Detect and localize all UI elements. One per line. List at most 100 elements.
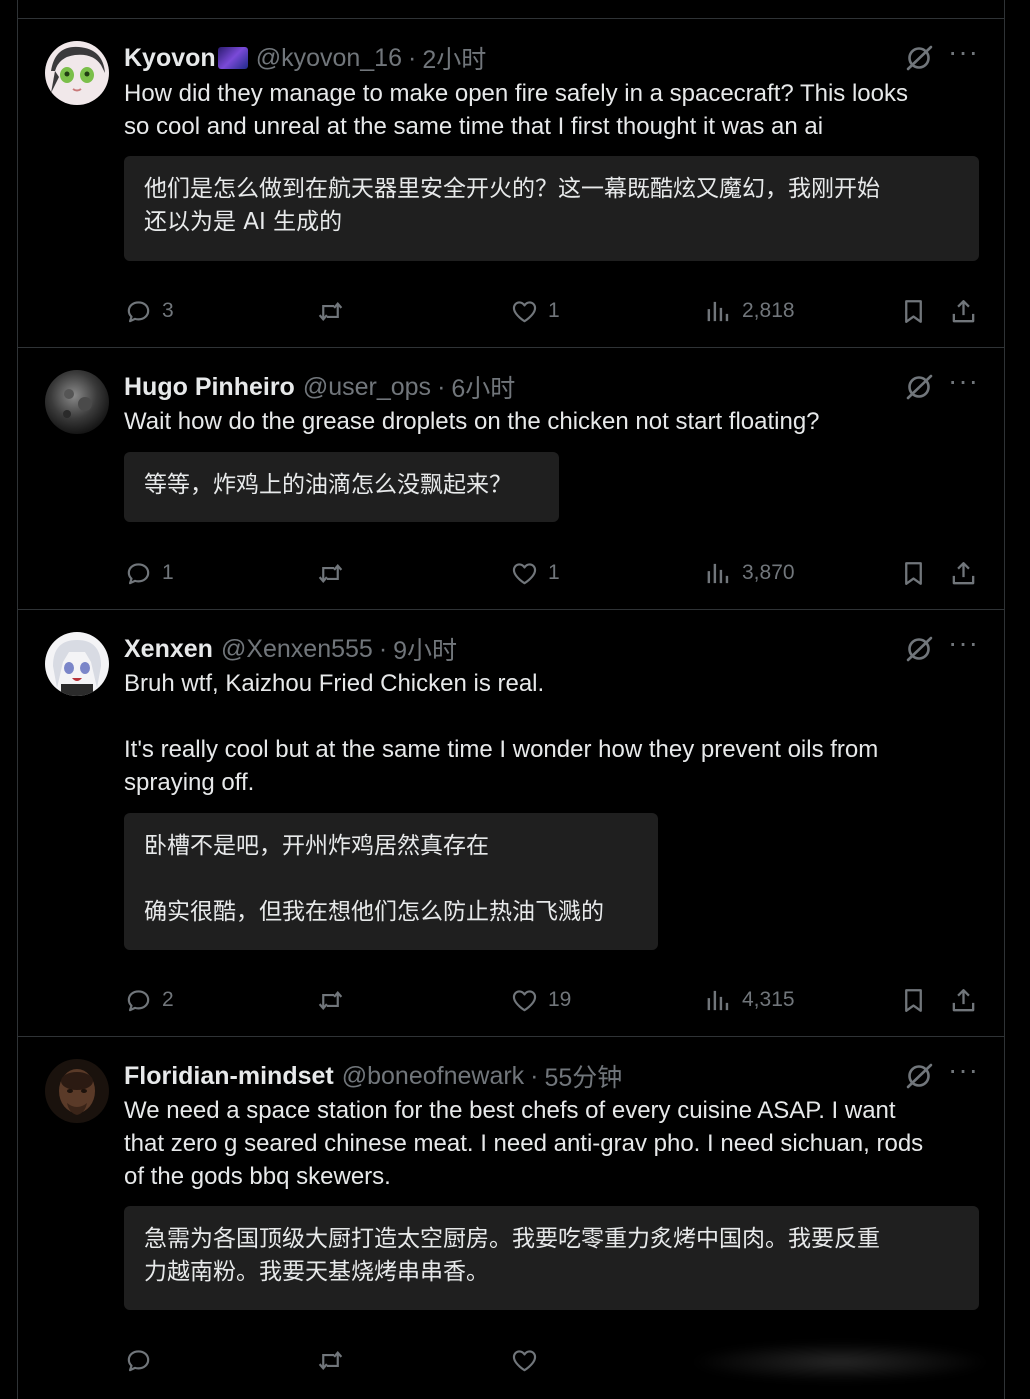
tweet-actions: 1 1 3,870 — [124, 556, 975, 590]
like-button[interactable]: 1 — [510, 294, 560, 328]
grok-icon[interactable] — [904, 634, 934, 664]
user-handle[interactable]: @boneofnewark — [342, 1062, 524, 1091]
tweet-header: Kyovon @kyovon_16 · 2小时 — [124, 41, 914, 75]
share-icon — [952, 561, 975, 584]
heart-icon — [512, 562, 537, 584]
avatar[interactable] — [45, 370, 109, 434]
like-count: 19 — [548, 988, 572, 1011]
heart-icon — [512, 300, 537, 322]
separator-dot: · — [408, 43, 417, 72]
user-handle[interactable]: @Xenxen555 — [221, 635, 373, 664]
more-options-icon[interactable]: ··· — [948, 367, 978, 400]
like-button[interactable] — [510, 1343, 539, 1377]
retweet-button[interactable] — [316, 1343, 345, 1377]
timestamp[interactable]: 2小时 — [422, 40, 486, 76]
tweet-text: We need a space station for the best che… — [124, 1097, 924, 1190]
tweet-text: How did they manage to make open fire sa… — [124, 80, 908, 140]
bookmark-button[interactable] — [899, 556, 928, 590]
reply-icon — [127, 300, 150, 322]
share-icon — [952, 988, 975, 1011]
more-options-icon[interactable]: ··· — [948, 38, 978, 71]
translation-box: 等等，炸鸡上的油滴怎么没飘起来？ — [124, 452, 559, 522]
bookmark-button[interactable] — [899, 294, 928, 328]
like-button[interactable]: 1 — [510, 556, 560, 590]
separator-dot: · — [378, 634, 388, 663]
retweet-icon — [318, 301, 343, 321]
like-button[interactable]: 19 — [510, 983, 571, 1017]
avatar[interactable] — [45, 1059, 109, 1123]
avatar[interactable] — [45, 632, 109, 696]
separator-dot: · — [437, 372, 446, 401]
grok-icon[interactable] — [904, 372, 934, 402]
views-button[interactable]: 4,315 — [704, 983, 795, 1017]
reply-count: 2 — [162, 988, 174, 1011]
like-count: 1 — [548, 299, 560, 322]
grok-icon[interactable] — [904, 43, 934, 73]
retweet-button[interactable] — [316, 294, 345, 328]
reply-button[interactable]: 1 — [124, 556, 174, 590]
tweet-header: Floridian-mindset @boneofnewark · 55分钟 — [124, 1059, 914, 1093]
reply-tweet[interactable]: Xenxen @Xenxen555 · 9小时 ··· Bruh wtf, Ka… — [18, 610, 1004, 1037]
views-button[interactable]: 3,870 — [704, 556, 795, 590]
translation-box: 他们是怎么做到在航天器里安全开火的？这一幕既酷炫又魔幻，我刚开始 还以为是 AI… — [124, 156, 979, 261]
reply-tweet[interactable]: Hugo Pinheiro @user_ops · 6小时 ··· Wait h… — [18, 348, 1004, 610]
views-button[interactable]: 2,818 — [704, 294, 795, 328]
timestamp[interactable]: 6小时 — [451, 369, 515, 405]
tweet-actions: 2 19 4,315 — [124, 983, 975, 1017]
analytics-icon — [707, 563, 729, 583]
galaxy-emoji-icon — [217, 47, 248, 69]
tweet-header: Hugo Pinheiro @user_ops · 6小时 — [124, 370, 914, 404]
timeline-column: Kyovon @kyovon_16 · 2小时 ··· How did they… — [17, 0, 1005, 1399]
retweet-icon — [318, 1350, 343, 1370]
analytics-icon — [707, 301, 729, 321]
reply-tweet[interactable]: Kyovon @kyovon_16 · 2小时 ··· How did they… — [18, 19, 1004, 348]
reply-icon — [127, 1349, 150, 1371]
tweet-actions: 3 1 2,818 — [124, 294, 975, 328]
user-handle[interactable]: @user_ops — [303, 373, 431, 402]
avatar[interactable] — [45, 41, 109, 105]
bookmark-button[interactable] — [899, 983, 928, 1017]
bookmark-icon — [905, 299, 922, 323]
tweet-header: Xenxen @Xenxen555 · 9小时 — [124, 632, 914, 666]
retweet-icon — [318, 563, 343, 583]
timestamp[interactable]: 9小时 — [393, 631, 457, 667]
tweet-text: Bruh wtf, Kaizhou Fried Chicken is real.… — [124, 670, 879, 796]
separator-dot: · — [530, 1061, 539, 1090]
grok-icon[interactable] — [904, 1061, 934, 1091]
reply-icon — [127, 562, 150, 584]
display-name[interactable]: Hugo Pinheiro — [124, 373, 295, 402]
reply-icon — [127, 989, 150, 1011]
tweet-text: Wait how do the grease droplets on the c… — [124, 408, 820, 435]
user-handle[interactable]: @kyovon_16 — [256, 44, 402, 73]
retweet-button[interactable] — [316, 556, 345, 590]
view-count: 4,315 — [742, 988, 795, 1011]
share-icon — [952, 299, 975, 322]
reply-count: 1 — [162, 561, 174, 584]
display-name[interactable]: Xenxen — [124, 635, 213, 664]
bookmark-icon — [905, 988, 922, 1012]
timestamp[interactable]: 55分钟 — [545, 1058, 623, 1094]
reply-button[interactable]: 2 — [124, 983, 174, 1017]
retweet-button[interactable] — [316, 983, 345, 1017]
heart-icon — [512, 989, 537, 1011]
share-button[interactable] — [949, 983, 978, 1017]
share-button[interactable] — [949, 294, 978, 328]
retweet-icon — [318, 990, 343, 1010]
like-count: 1 — [548, 561, 560, 584]
watermark-blur — [690, 1342, 990, 1382]
view-count: 3,870 — [742, 561, 795, 584]
translation-box: 急需为各国顶级大厨打造太空厨房。我要吃零重力炙烤中国肉。我要反重 力越南粉。我要… — [124, 1206, 979, 1310]
reply-button[interactable]: 3 — [124, 294, 174, 328]
reply-count: 3 — [162, 299, 174, 322]
more-options-icon[interactable]: ··· — [948, 1056, 978, 1089]
display-name[interactable]: Kyovon — [124, 44, 216, 73]
analytics-icon — [707, 990, 729, 1010]
translation-box: 卧槽不是吧，开州炸鸡居然真存在 确实很酷，但我在想他们怎么防止热油飞溅的 — [124, 813, 658, 950]
bookmark-icon — [905, 561, 922, 585]
more-options-icon[interactable]: ··· — [948, 629, 978, 662]
heart-icon — [512, 1349, 537, 1371]
view-count: 2,818 — [742, 299, 795, 322]
reply-button[interactable] — [124, 1343, 153, 1377]
display-name[interactable]: Floridian-mindset — [124, 1062, 334, 1091]
share-button[interactable] — [949, 556, 978, 590]
